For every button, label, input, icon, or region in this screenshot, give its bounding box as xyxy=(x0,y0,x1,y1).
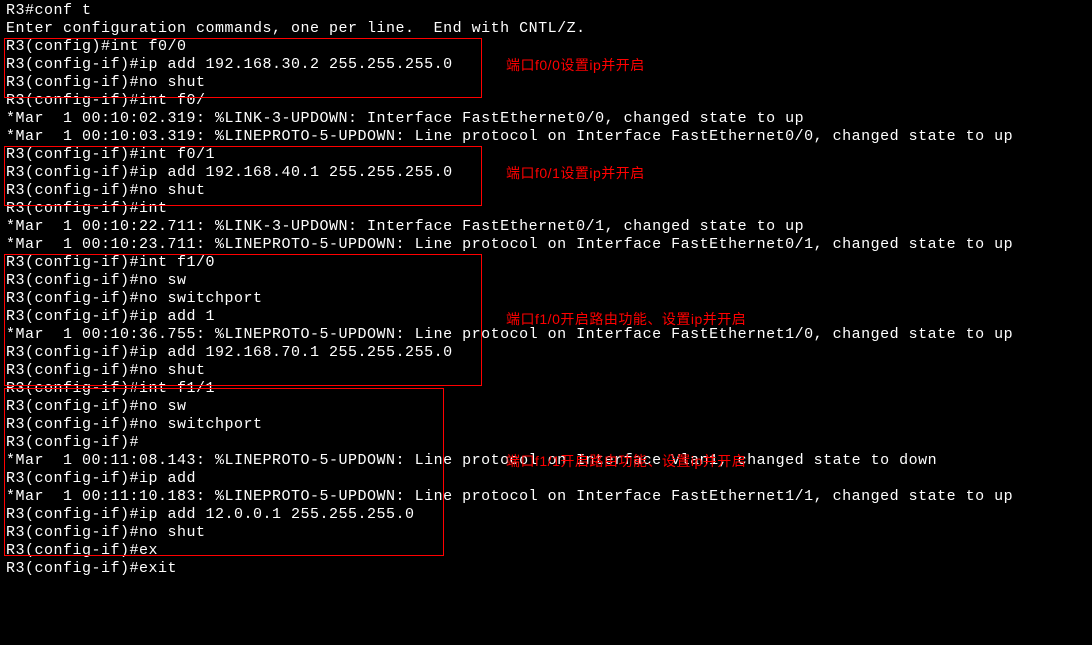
terminal-line: R3(config-if)#no shut xyxy=(6,524,1086,542)
terminal-line: R3(config-if)#no sw xyxy=(6,272,1086,290)
terminal-line: R3(config-if)#no shut xyxy=(6,362,1086,380)
terminal-line: R3(config-if)#no shut xyxy=(6,74,1086,92)
terminal-line: R3(config-if)#exit xyxy=(6,560,1086,578)
terminal-line: R3(config-if)#ip add 192.168.70.1 255.25… xyxy=(6,344,1086,362)
terminal-line: R3(config-if)#ip add 192.168.30.2 255.25… xyxy=(6,56,1086,74)
terminal-line: R3(config-if)#no switchport xyxy=(6,416,1086,434)
terminal-line: R3#conf t xyxy=(6,2,1086,20)
terminal-line: *Mar 1 00:11:08.143: %LINEPROTO-5-UPDOWN… xyxy=(6,452,1086,470)
terminal-line: *Mar 1 00:10:03.319: %LINEPROTO-5-UPDOWN… xyxy=(6,128,1086,146)
terminal-line: R3(config-if)#ip add 12.0.0.1 255.255.25… xyxy=(6,506,1086,524)
terminal-output[interactable]: R3#conf t Enter configuration commands, … xyxy=(0,0,1092,580)
terminal-line: *Mar 1 00:10:23.711: %LINEPROTO-5-UPDOWN… xyxy=(6,236,1086,254)
terminal-line: R3(config-if)#int f1/0 xyxy=(6,254,1086,272)
terminal-line: R3(config-if)#ip add 1 xyxy=(6,308,1086,326)
terminal-line: R3(config-if)#ex xyxy=(6,542,1086,560)
terminal-line: R3(config-if)#int f0/ xyxy=(6,92,1086,110)
terminal-line: *Mar 1 00:10:36.755: %LINEPROTO-5-UPDOWN… xyxy=(6,326,1086,344)
terminal-line: *Mar 1 00:11:10.183: %LINEPROTO-5-UPDOWN… xyxy=(6,488,1086,506)
terminal-line: *Mar 1 00:10:22.711: %LINK-3-UPDOWN: Int… xyxy=(6,218,1086,236)
terminal-line: R3(config-if)#int xyxy=(6,200,1086,218)
terminal-line: R3(config-if)#int f1/1 xyxy=(6,380,1086,398)
terminal-line: *Mar 1 00:10:02.319: %LINK-3-UPDOWN: Int… xyxy=(6,110,1086,128)
terminal-line: R3(config-if)#ip add 192.168.40.1 255.25… xyxy=(6,164,1086,182)
terminal-line: R3(config-if)#no shut xyxy=(6,182,1086,200)
terminal-line: R3(config)#int f0/0 xyxy=(6,38,1086,56)
terminal-line: R3(config-if)#int f0/1 xyxy=(6,146,1086,164)
terminal-line: Enter configuration commands, one per li… xyxy=(6,20,1086,38)
terminal-line: R3(config-if)#no sw xyxy=(6,398,1086,416)
terminal-line: R3(config-if)#no switchport xyxy=(6,290,1086,308)
terminal-line: R3(config-if)#ip add xyxy=(6,470,1086,488)
terminal-line: R3(config-if)# xyxy=(6,434,1086,452)
